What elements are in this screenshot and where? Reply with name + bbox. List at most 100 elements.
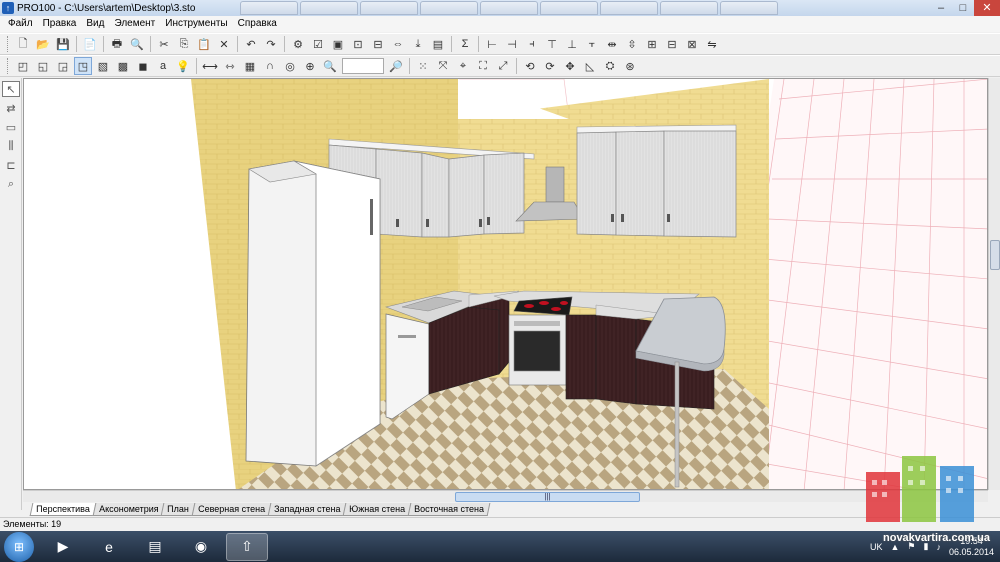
menu-item-3[interactable]: Элемент (109, 16, 160, 32)
snap-icon[interactable]: ◎ (281, 57, 299, 75)
view-tab-5[interactable]: Южная стена (343, 503, 412, 516)
background-window-tab[interactable] (540, 1, 598, 15)
menu-item-1[interactable]: Правка (38, 16, 82, 32)
zoom-combo[interactable] (342, 58, 384, 74)
minimize-button[interactable]: – (930, 0, 952, 16)
align-tool-icon[interactable]: ⫼ (2, 138, 20, 154)
fit-icon[interactable]: ⤢ (494, 57, 512, 75)
zoom-out-icon[interactable]: 🔎 (387, 57, 405, 75)
paste-icon[interactable]: 📋 (195, 35, 213, 53)
language-indicator[interactable]: UK (870, 542, 883, 552)
align-center-icon[interactable]: ⊣ (503, 35, 521, 53)
target-icon[interactable]: ⊕ (301, 57, 319, 75)
light-icon[interactable]: 💡 (174, 57, 192, 75)
shaded-view-icon[interactable]: ▧ (94, 57, 112, 75)
background-window-tab[interactable] (600, 1, 658, 15)
view-tab-6[interactable]: Восточная стена (408, 503, 491, 516)
clock[interactable]: 19:54 06.05.2014 (949, 536, 994, 558)
view-fit-icon[interactable]: ⊟ (369, 35, 387, 53)
ungroup-icon[interactable]: ⊟ (663, 35, 681, 53)
menu-item-5[interactable]: Справка (233, 16, 282, 32)
undo-icon[interactable]: ↶ (242, 35, 260, 53)
view-tab-4[interactable]: Западная стена (267, 503, 347, 516)
camera-icon[interactable]: ⛭ (601, 57, 619, 75)
solid-view-icon[interactable]: ◲ (54, 57, 72, 75)
move-icon[interactable]: ⤧ (434, 57, 452, 75)
open-icon[interactable]: 📂 (34, 35, 52, 53)
magnet-icon[interactable]: ∩ (261, 57, 279, 75)
menu-item-2[interactable]: Вид (81, 16, 109, 32)
background-window-tab[interactable] (420, 1, 478, 15)
hidden-lines-view-icon[interactable]: ◱ (34, 57, 52, 75)
view-tab-0[interactable]: Перспектива (29, 503, 97, 516)
toolbar-grip[interactable] (7, 36, 10, 52)
close-button[interactable]: ✕ (974, 0, 1000, 16)
start-button[interactable]: ⊞ (4, 531, 34, 562)
align-left-icon[interactable]: ⊢ (483, 35, 501, 53)
report-icon[interactable]: ☑ (309, 35, 327, 53)
distribute-h-icon[interactable]: ⇹ (603, 35, 621, 53)
align-top-icon[interactable]: ⊤ (543, 35, 561, 53)
save-icon[interactable]: 💾 (54, 35, 72, 53)
zoom-in-icon[interactable]: 🔍 (321, 57, 339, 75)
textured-view-icon[interactable]: ◳ (74, 57, 92, 75)
vertical-scrollbar[interactable] (988, 78, 1000, 490)
copy-icon[interactable]: ⎘ (175, 35, 193, 53)
media-player-taskbar-icon[interactable]: ▶ (42, 533, 84, 561)
view-render-icon[interactable]: ▤ (429, 35, 447, 53)
pro100-taskbar-icon[interactable]: ⇧ (226, 532, 268, 561)
view-width-icon[interactable]: ⇔ (389, 35, 407, 53)
pick-icon[interactable]: ⌖ (454, 57, 472, 75)
lifebuoy-icon[interactable]: ⊛ (621, 57, 639, 75)
print-preview-icon[interactable]: 🔍 (128, 35, 146, 53)
arrange-tool-icon[interactable]: ⊏ (2, 157, 20, 173)
background-window-tab[interactable] (360, 1, 418, 15)
frame-select-icon[interactable]: ⛶ (474, 57, 492, 75)
distribute-v-icon[interactable]: ⇳ (623, 35, 641, 53)
align-middle-icon[interactable]: ⊥ (563, 35, 581, 53)
rectangle-tool-icon[interactable]: ▭ (2, 119, 20, 135)
text-labels-icon[interactable]: a (154, 57, 172, 75)
background-window-tab[interactable] (240, 1, 298, 15)
dimension-icon[interactable]: ⟷ (201, 57, 219, 75)
properties-icon[interactable]: 📄 (81, 35, 99, 53)
color-view-icon[interactable]: ◼ (134, 57, 152, 75)
rotate-x-icon[interactable]: ⟲ (521, 57, 539, 75)
explorer-taskbar-icon[interactable]: ▤ (134, 533, 176, 561)
maximize-button[interactable]: □ (952, 0, 974, 16)
menu-item-0[interactable]: Файл (3, 16, 38, 32)
delete-icon[interactable]: ✕ (215, 35, 233, 53)
wireframe-view-icon[interactable]: ◰ (14, 57, 32, 75)
view-tab-1[interactable]: Аксонометрия (92, 503, 165, 516)
select-tool-icon[interactable]: ↖ (2, 81, 20, 97)
view-tab-3[interactable]: Северная стена (191, 503, 272, 516)
kitchen-scene[interactable] (24, 79, 988, 490)
new-icon[interactable]: 🗋 (14, 35, 32, 53)
chrome-taskbar-icon[interactable]: ◉ (180, 533, 222, 561)
toolbar-grip[interactable] (7, 58, 10, 74)
measure-icon[interactable]: ⇿ (221, 57, 239, 75)
background-window-tab[interactable] (660, 1, 718, 15)
dimension-tool-icon[interactable]: ⇄ (2, 100, 20, 116)
vertical-scroll-thumb[interactable] (990, 240, 1000, 270)
horizontal-scroll-thumb[interactable]: ||| (455, 492, 640, 502)
print-icon[interactable]: 🖶 (108, 35, 126, 53)
view-tab-2[interactable]: План (160, 503, 196, 516)
sum-icon[interactable]: Σ (456, 35, 474, 53)
group-icon[interactable]: ⊞ (643, 35, 661, 53)
align-bottom-icon[interactable]: ⫟ (583, 35, 601, 53)
settings-icon[interactable]: ⚙ (289, 35, 307, 53)
grid-icon[interactable]: ▦ (241, 57, 259, 75)
move-cross-icon[interactable]: ✥ (561, 57, 579, 75)
background-window-tab[interactable] (300, 1, 358, 15)
zoom-tool-icon[interactable]: ⌕ (2, 176, 20, 192)
view-export-icon[interactable]: ⤓ (409, 35, 427, 53)
align-right-icon[interactable]: ⫞ (523, 35, 541, 53)
view-zoom-icon[interactable]: ⊡ (349, 35, 367, 53)
view-front-icon[interactable]: ▣ (329, 35, 347, 53)
flag-icon[interactable]: ⚑ (907, 541, 915, 552)
ie-taskbar-icon[interactable]: e (88, 533, 130, 561)
network-icon[interactable]: ▮ (924, 541, 929, 552)
horizontal-scrollbar[interactable]: ||| (23, 490, 988, 502)
lock-icon[interactable]: ⊠ (683, 35, 701, 53)
